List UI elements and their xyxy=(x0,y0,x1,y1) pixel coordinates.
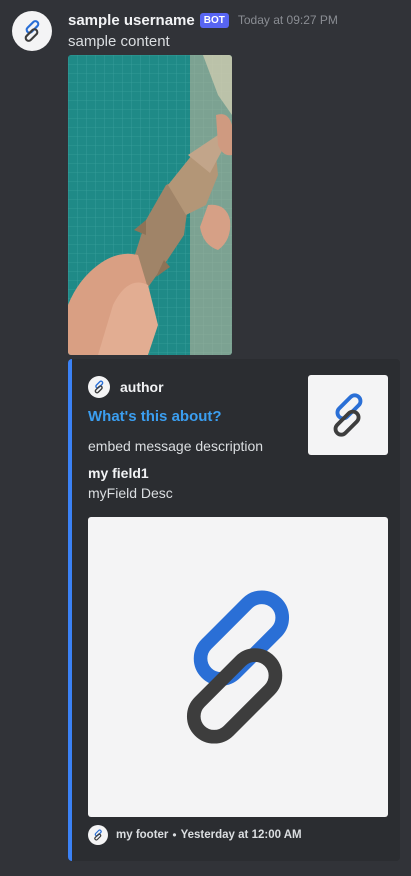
footer-text: my footer xyxy=(116,829,169,841)
embed-author-name[interactable]: author xyxy=(120,379,164,395)
username[interactable]: sample username xyxy=(68,12,195,29)
chat-message: sample username BOT Today at 09:27 PM sa… xyxy=(0,0,411,876)
embed-footer: my footer • Yesterday at 12:00 AM xyxy=(88,825,302,845)
message-content: sample content xyxy=(68,33,170,50)
embed-image[interactable] xyxy=(88,517,388,817)
embed-author: author xyxy=(88,376,164,398)
link-icon xyxy=(94,380,104,394)
bot-badge: BOT xyxy=(199,12,229,28)
link-icon xyxy=(94,829,102,841)
embed-thumbnail[interactable] xyxy=(308,375,388,455)
rich-embed: author What's this about? embed message … xyxy=(68,359,400,861)
embed-description: embed message description xyxy=(88,438,264,454)
embed-field-name: my field1 xyxy=(88,465,149,481)
embed-title-link[interactable]: What's this about? xyxy=(88,408,222,425)
avatar[interactable] xyxy=(12,11,52,51)
attachment-image[interactable] xyxy=(68,55,232,355)
message-timestamp: Today at 09:27 PM xyxy=(237,13,338,27)
footer-separator: • xyxy=(172,828,177,842)
footer-timestamp: Yesterday at 12:00 AM xyxy=(180,829,302,841)
photo-image xyxy=(68,55,232,355)
message-header: sample username BOT Today at 09:27 PM xyxy=(68,10,338,30)
footer-avatar xyxy=(88,825,108,845)
link-icon xyxy=(186,590,290,744)
embed-field-value: myField Desc xyxy=(88,485,173,501)
link-icon xyxy=(24,20,40,42)
author-avatar xyxy=(88,376,110,398)
link-icon xyxy=(333,393,363,437)
